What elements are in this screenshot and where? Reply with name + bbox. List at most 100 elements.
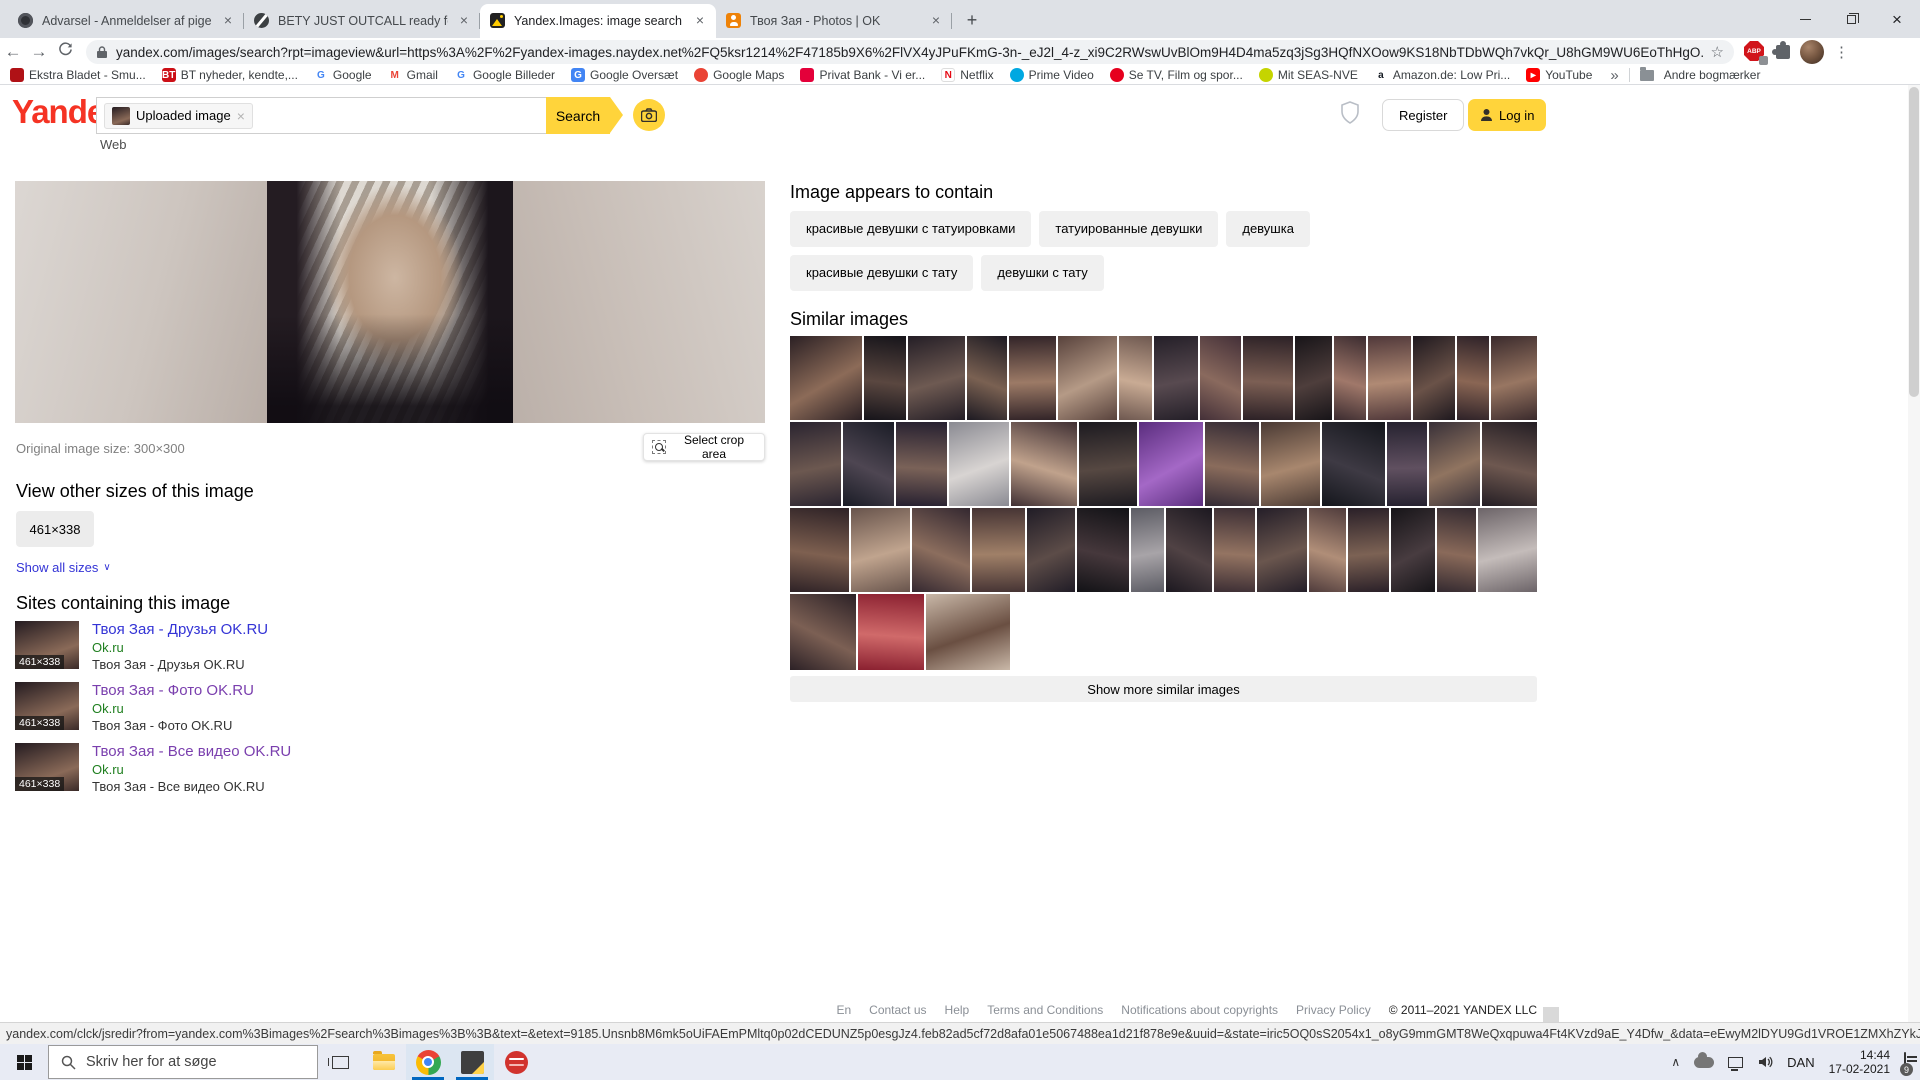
bookmark-item[interactable]: Google Maps bbox=[694, 68, 784, 82]
select-crop-area-button[interactable]: Select crop area bbox=[643, 433, 765, 461]
similar-image-thumb[interactable] bbox=[972, 508, 1026, 592]
similar-image-thumb[interactable] bbox=[1368, 336, 1411, 420]
bookmark-item[interactable]: Mit SEAS-NVE bbox=[1259, 68, 1358, 82]
bookmark-item[interactable]: BTBT nyheder, kendte,... bbox=[162, 68, 298, 82]
site-title-link[interactable]: Твоя Зая - Фото OK.RU bbox=[92, 682, 254, 699]
start-button[interactable] bbox=[0, 1044, 48, 1080]
page-scrollbar[interactable] bbox=[1908, 85, 1920, 1023]
address-bar[interactable]: yandex.com/images/search?rpt=imageview&u… bbox=[86, 40, 1734, 64]
similar-image-thumb[interactable] bbox=[1437, 508, 1476, 592]
chrome-button[interactable] bbox=[406, 1044, 450, 1080]
similar-image-thumb[interactable] bbox=[1482, 422, 1537, 506]
similar-image-thumb[interactable] bbox=[790, 594, 856, 670]
adblock-extension-icon[interactable]: ABP bbox=[1744, 41, 1766, 63]
browser-tab[interactable]: Твоя Зая - Photos | OK× bbox=[716, 4, 952, 38]
show-more-button[interactable]: Show more similar images bbox=[790, 676, 1537, 702]
similar-image-thumb[interactable] bbox=[1348, 508, 1389, 592]
language-indicator[interactable]: DAN bbox=[1787, 1055, 1814, 1070]
similar-image-thumb[interactable] bbox=[1139, 422, 1203, 506]
site-title-link[interactable]: Твоя Зая - Все видео OK.RU bbox=[92, 743, 291, 760]
similar-image-thumb[interactable] bbox=[1119, 336, 1153, 420]
register-button[interactable]: Register bbox=[1382, 99, 1464, 131]
similar-image-thumb[interactable] bbox=[1309, 508, 1346, 592]
tab-close-icon[interactable]: × bbox=[220, 13, 236, 29]
site-thumbnail[interactable]: 461×338 bbox=[15, 682, 79, 730]
site-domain[interactable]: Ok.ru bbox=[92, 701, 254, 716]
similar-image-thumb[interactable] bbox=[1166, 508, 1212, 592]
volume-icon[interactable] bbox=[1757, 1054, 1773, 1070]
similar-image-thumb[interactable] bbox=[1214, 508, 1255, 592]
browser-tab[interactable]: Yandex.Images: image search× bbox=[480, 4, 716, 38]
chip-close-icon[interactable]: × bbox=[237, 108, 245, 124]
bookmark-item[interactable]: Se TV, Film og spor... bbox=[1110, 68, 1243, 82]
profile-avatar[interactable] bbox=[1800, 40, 1824, 64]
similar-image-thumb[interactable] bbox=[896, 422, 947, 506]
similar-image-thumb[interactable] bbox=[843, 422, 894, 506]
similar-image-thumb[interactable] bbox=[1009, 336, 1055, 420]
login-button[interactable]: Log in bbox=[1468, 99, 1546, 131]
contains-tag[interactable]: девушка bbox=[1226, 211, 1310, 247]
footer-link[interactable]: Terms and Conditions bbox=[987, 1003, 1103, 1017]
similar-image-thumb[interactable] bbox=[967, 336, 1007, 420]
similar-image-thumb[interactable] bbox=[864, 336, 906, 420]
bookmark-item[interactable]: MGmail bbox=[388, 68, 438, 82]
new-tab-button[interactable]: + bbox=[958, 7, 986, 35]
uploaded-image-viewer[interactable] bbox=[15, 181, 765, 423]
reload-button[interactable] bbox=[52, 42, 78, 62]
bookmark-item[interactable]: ▸YouTube bbox=[1526, 68, 1592, 82]
similar-image-thumb[interactable] bbox=[1295, 336, 1332, 420]
bookmark-item[interactable]: Prime Video bbox=[1010, 68, 1094, 82]
protect-shield-icon[interactable] bbox=[1340, 101, 1360, 130]
photos-app-button[interactable] bbox=[450, 1044, 494, 1080]
bookmark-item[interactable]: aAmazon.de: Low Pri... bbox=[1374, 68, 1510, 82]
red-app-button[interactable] bbox=[494, 1044, 538, 1080]
file-explorer-button[interactable] bbox=[362, 1044, 406, 1080]
tab-web[interactable]: Web bbox=[100, 137, 127, 152]
other-bookmarks-button[interactable]: Andre bogmærker bbox=[1640, 68, 1761, 82]
similar-image-thumb[interactable] bbox=[1011, 422, 1077, 506]
similar-image-thumb[interactable] bbox=[1077, 508, 1129, 592]
footer-link[interactable]: Help bbox=[945, 1003, 970, 1017]
similar-image-thumb[interactable] bbox=[1391, 508, 1435, 592]
show-all-sizes-link[interactable]: Show all sizes ∨ bbox=[16, 560, 111, 575]
site-domain[interactable]: Ok.ru bbox=[92, 762, 291, 777]
scrollbar-thumb[interactable] bbox=[1909, 87, 1919, 397]
similar-image-thumb[interactable] bbox=[1200, 336, 1242, 420]
clock[interactable]: 14:44 17-02-2021 bbox=[1829, 1048, 1890, 1076]
task-view-button[interactable] bbox=[318, 1044, 362, 1080]
network-icon[interactable] bbox=[1728, 1057, 1743, 1068]
similar-image-thumb[interactable] bbox=[1322, 422, 1386, 506]
site-title-link[interactable]: Твоя Зая - Друзья OK.RU bbox=[92, 621, 268, 638]
similar-image-thumb[interactable] bbox=[790, 508, 849, 592]
bookmark-item[interactable]: GGoogle Billeder bbox=[454, 68, 555, 82]
search-button[interactable]: Search bbox=[546, 97, 610, 134]
similar-image-thumb[interactable] bbox=[1027, 508, 1075, 592]
extensions-puzzle-icon[interactable] bbox=[1776, 45, 1790, 59]
similar-image-thumb[interactable] bbox=[1131, 508, 1164, 592]
similar-image-thumb[interactable] bbox=[1205, 422, 1260, 506]
similar-image-thumb[interactable] bbox=[790, 422, 841, 506]
restore-button[interactable] bbox=[1828, 0, 1874, 38]
tray-chevron-up-icon[interactable]: ∧ bbox=[1671, 1055, 1680, 1069]
similar-image-thumb[interactable] bbox=[1334, 336, 1366, 420]
similar-image-thumb[interactable] bbox=[1058, 336, 1117, 420]
bookmark-item[interactable]: NNetflix bbox=[941, 68, 993, 82]
minimize-button[interactable] bbox=[1782, 0, 1828, 38]
close-button[interactable]: × bbox=[1874, 0, 1920, 38]
tab-close-icon[interactable]: × bbox=[692, 13, 708, 29]
size-461x338-button[interactable]: 461×338 bbox=[16, 511, 94, 547]
similar-image-thumb[interactable] bbox=[949, 422, 1009, 506]
uploaded-image-chip[interactable]: Uploaded image × bbox=[104, 103, 253, 129]
footer-link[interactable]: Privacy Policy bbox=[1296, 1003, 1371, 1017]
bookmark-star-icon[interactable]: ☆ bbox=[1711, 43, 1724, 61]
tab-close-icon[interactable]: × bbox=[456, 13, 472, 29]
similar-image-thumb[interactable] bbox=[790, 336, 862, 420]
similar-image-thumb[interactable] bbox=[1079, 422, 1137, 506]
site-thumbnail[interactable]: 461×338 bbox=[15, 743, 79, 791]
footer-link[interactable]: En bbox=[836, 1003, 851, 1017]
similar-image-thumb[interactable] bbox=[926, 594, 1010, 670]
browser-tab[interactable]: Advarsel - Anmeldelser af piger o× bbox=[8, 4, 244, 38]
contains-tag[interactable]: красивые девушки с тату bbox=[790, 255, 973, 291]
similar-image-thumb[interactable] bbox=[1478, 508, 1537, 592]
site-domain[interactable]: Ok.ru bbox=[92, 640, 268, 655]
